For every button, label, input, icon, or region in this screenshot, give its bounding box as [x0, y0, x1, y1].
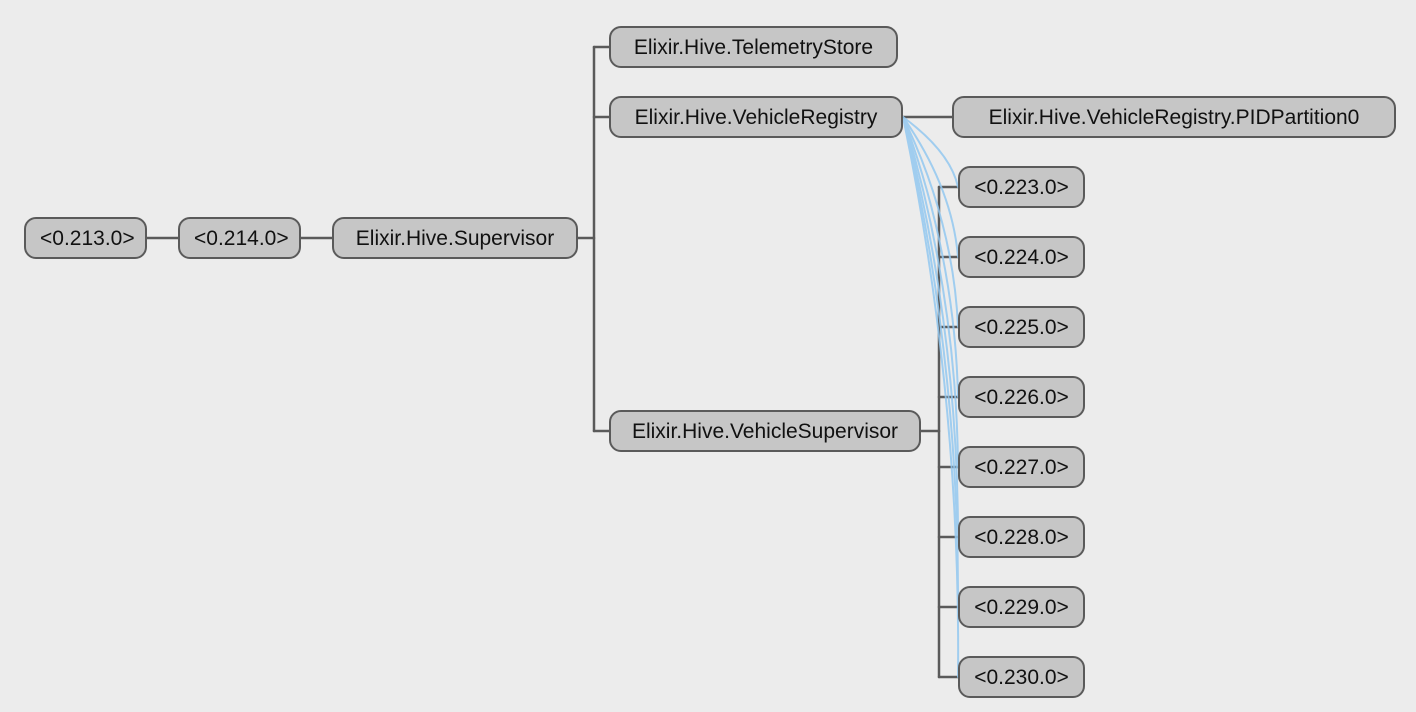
process-tree-diagram: <0.213.0> <0.214.0> Elixir.Hive.Supervisor…	[0, 0, 1416, 712]
process-node-p223[interactable]: <0.223.0>	[958, 166, 1085, 208]
process-node-vreg[interactable]: Elixir.Hive.VehicleRegistry	[609, 96, 903, 138]
process-node-p228[interactable]: <0.228.0>	[958, 516, 1085, 558]
process-node-p225[interactable]: <0.225.0>	[958, 306, 1085, 348]
process-node-p230[interactable]: <0.230.0>	[958, 656, 1085, 698]
process-node-vregp0[interactable]: Elixir.Hive.VehicleRegistry.PIDPartition…	[952, 96, 1396, 138]
process-node-tel[interactable]: Elixir.Hive.TelemetryStore	[609, 26, 898, 68]
process-node-n214[interactable]: <0.214.0>	[178, 217, 301, 259]
process-node-p224[interactable]: <0.224.0>	[958, 236, 1085, 278]
process-node-p227[interactable]: <0.227.0>	[958, 446, 1085, 488]
process-node-sup[interactable]: Elixir.Hive.Supervisor	[332, 217, 578, 259]
process-node-vsup[interactable]: Elixir.Hive.VehicleSupervisor	[609, 410, 921, 452]
process-node-p229[interactable]: <0.229.0>	[958, 586, 1085, 628]
process-node-n213[interactable]: <0.213.0>	[24, 217, 147, 259]
process-node-p226[interactable]: <0.226.0>	[958, 376, 1085, 418]
